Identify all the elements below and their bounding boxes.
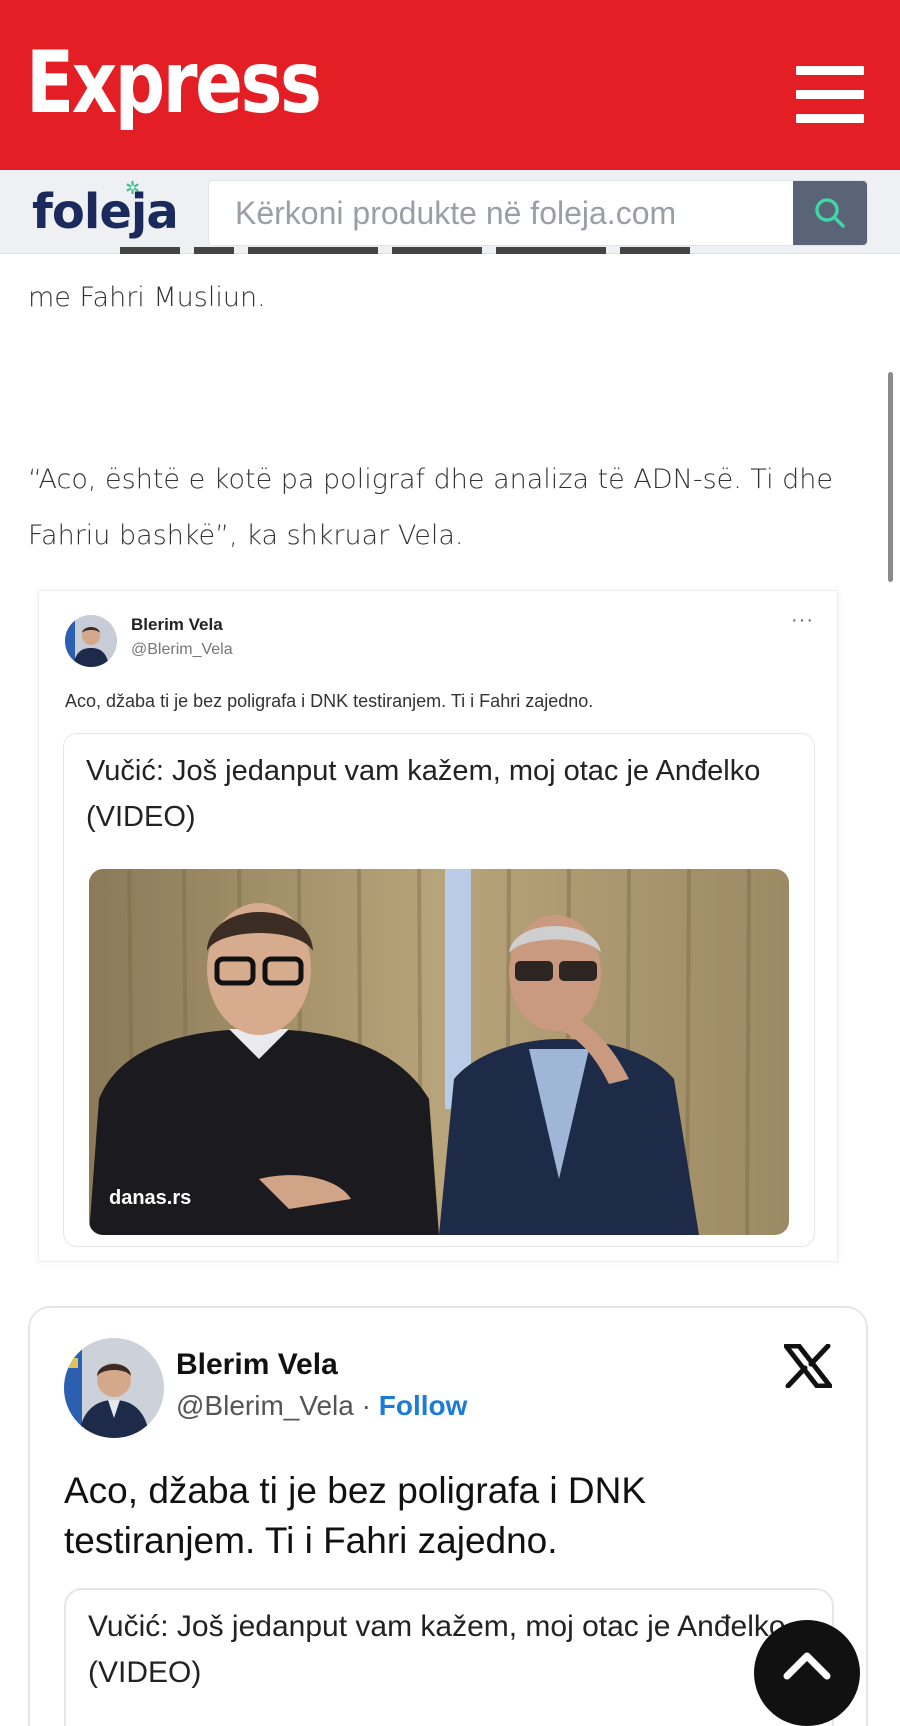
- article-paragraph: “Aco, është e kotë pa poligraf dhe anali…: [28, 452, 878, 564]
- foleja-search-button[interactable]: [793, 181, 867, 245]
- scroll-to-top-button[interactable]: [754, 1620, 860, 1726]
- tweet-text: Aco, džaba ti je bez poligrafa i DNK tes…: [65, 691, 594, 711]
- star-icon: ✲: [125, 178, 141, 198]
- foleja-search-input[interactable]: [209, 181, 795, 245]
- tweet-author-handle[interactable]: @Blerim_Vela: [176, 1390, 354, 1421]
- tweet-handle-row: @Blerim_Vela · Follow: [176, 1390, 467, 1422]
- embedded-tweet[interactable]: Blerim Vela @Blerim_Vela · Follow Aco, d…: [28, 1306, 868, 1726]
- separator: ·: [353, 1390, 379, 1421]
- foleja-logo[interactable]: foleja: [32, 184, 179, 240]
- x-logo-icon[interactable]: [783, 1343, 833, 1389]
- video-thumbnail: danas.rs: [89, 869, 789, 1235]
- link-preview-card[interactable]: Vučić: Još jedanput vam kažem, moj otac …: [64, 1588, 834, 1726]
- foleja-search-banner: foleja ✲: [0, 170, 900, 254]
- link-preview-title: Vučić: Još jedanput vam kažem, moj otac …: [86, 755, 761, 833]
- article-paragraph: me Fahri Musliun.: [28, 282, 266, 313]
- article-quote-line: “Aco, është e kotë pa poligraf dhe anali…: [28, 464, 834, 495]
- express-logo[interactable]: Express: [26, 40, 322, 126]
- foleja-search-box: [208, 180, 868, 246]
- avatar[interactable]: [64, 1338, 164, 1438]
- menu-bar: [796, 114, 864, 123]
- tweet-text: Aco, džaba ti je bez poligrafa i DNK tes…: [64, 1470, 647, 1561]
- chevron-up-icon: [783, 1652, 831, 1680]
- link-preview-title: Vučić: Još jedanput vam kažem, moj otac …: [88, 1610, 786, 1689]
- tweet-author-name: Blerim Vela: [131, 615, 223, 634]
- hamburger-menu-icon[interactable]: [790, 66, 870, 126]
- cropped-text-line: [120, 244, 840, 254]
- menu-bar: [796, 90, 864, 99]
- article-quote-line: Fahriu bashkë”, ka shkruar Vela.: [28, 520, 464, 551]
- tweet-screenshot: Blerim Vela @Blerim_Vela ··· Aco, džaba …: [38, 590, 838, 1262]
- search-icon: [815, 198, 845, 228]
- tweet-author-name[interactable]: Blerim Vela: [176, 1348, 338, 1382]
- follow-button[interactable]: Follow: [379, 1390, 468, 1421]
- video-source-label: danas.rs: [109, 1187, 191, 1209]
- scrollbar[interactable]: [888, 372, 893, 582]
- tweet-author-handle: @Blerim_Vela: [131, 641, 233, 658]
- avatar: [65, 615, 117, 667]
- site-header: Express: [0, 0, 900, 170]
- more-options-icon: ···: [791, 609, 814, 631]
- menu-bar: [796, 66, 864, 75]
